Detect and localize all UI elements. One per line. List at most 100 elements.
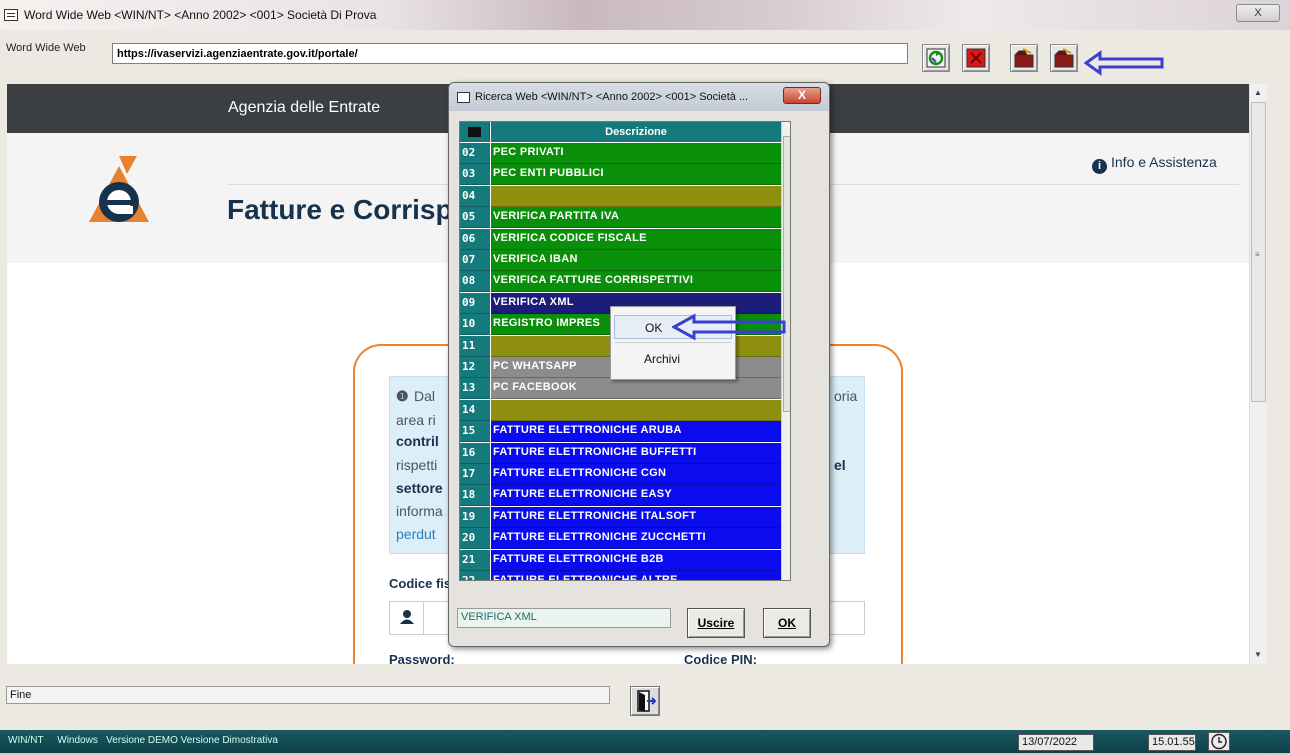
exit-door-icon xyxy=(637,690,657,712)
grid-row[interactable]: 18 FATTURE ELETTRONICHE EASY xyxy=(460,485,781,507)
row-description: FATTURE ELETTRONICHE ITALSOFT xyxy=(491,506,781,528)
row-description: PEC ENTI PUBBLICI xyxy=(491,164,781,186)
page-scrollbar[interactable]: ▲ ≡ ▼ xyxy=(1249,84,1267,664)
context-menu-separator xyxy=(615,342,731,343)
grid-row[interactable]: 19 FATTURE ELETTRONICHE ITALSOFT xyxy=(460,506,781,528)
row-number: 20 xyxy=(460,528,490,550)
scroll-up-icon[interactable]: ▲ xyxy=(1254,88,1262,97)
grid-row[interactable]: 05 VERIFICA PARTITA IVA xyxy=(460,207,781,229)
grid-row[interactable]: 13 PC FACEBOOK xyxy=(460,378,781,400)
row-number: 07 xyxy=(460,250,490,271)
window-title: Word Wide Web <WIN/NT> <Anno 2002> <001>… xyxy=(24,8,377,22)
scroll-down-icon[interactable]: ▼ xyxy=(1254,650,1262,659)
row-description: FATTURE ELETTRONICHE ALTRE xyxy=(491,571,781,580)
row-description: VERIFICA PARTITA IVA xyxy=(491,207,781,229)
grid-row[interactable]: 02 PEC PRIVATI xyxy=(460,143,781,164)
row-number: 22 xyxy=(460,571,490,580)
window-close-button[interactable]: X xyxy=(1236,4,1280,22)
refresh-button[interactable] xyxy=(922,44,950,72)
row-number: 21 xyxy=(460,549,490,571)
exit-button[interactable]: Uscire xyxy=(687,608,745,638)
row-number: 17 xyxy=(460,464,490,485)
dialog-title: Ricerca Web <WIN/NT> <Anno 2002> <001> S… xyxy=(475,91,749,103)
clock-icon[interactable] xyxy=(1208,732,1230,751)
ok-button[interactable]: OK xyxy=(763,608,811,638)
info-assistance-link[interactable]: i Info e Assistenza xyxy=(1092,154,1217,174)
url-input[interactable] xyxy=(112,43,908,64)
row-number: 13 xyxy=(460,378,490,400)
info-icon: i xyxy=(1092,159,1107,174)
grid-scroll-thumb[interactable] xyxy=(783,136,790,412)
grid-header: Descrizione xyxy=(460,122,790,142)
row-number: 12 xyxy=(460,357,490,378)
row-description: FATTURE ELETTRONICHE ARUBA xyxy=(491,421,781,443)
row-description: FATTURE ELETTRONICHE EASY xyxy=(491,485,781,507)
stop-button[interactable] xyxy=(962,44,990,72)
row-number: 08 xyxy=(460,271,490,293)
exit-door-button[interactable] xyxy=(630,686,660,716)
row-number: 10 xyxy=(460,314,490,336)
row-number: 06 xyxy=(460,228,490,250)
grid-row[interactable]: 16 FATTURE ELETTRONICHE BUFFETTI xyxy=(460,442,781,464)
column-header-descrizione[interactable]: Descrizione xyxy=(491,122,781,142)
grid-row[interactable]: 04 xyxy=(460,185,781,207)
row-description: PC FACEBOOK xyxy=(491,378,781,400)
grid-row[interactable]: 06 VERIFICA CODICE FISCALE xyxy=(460,228,781,250)
grid-row[interactable]: 14 xyxy=(460,399,781,421)
row-description: VERIFICA CODICE FISCALE xyxy=(491,228,781,250)
refresh-icon xyxy=(926,48,946,68)
grid-row[interactable]: 03 PEC ENTI PUBBLICI xyxy=(460,164,781,186)
taskbar: WIN/NT Windows Versione DEMO Versione Di… xyxy=(0,730,1290,753)
open-folder-alt-button[interactable] xyxy=(1050,44,1078,72)
row-number: 09 xyxy=(460,292,490,314)
grid-corner-icon xyxy=(468,127,481,137)
grid-scrollbar[interactable] xyxy=(781,122,790,580)
grid-corner xyxy=(460,122,490,142)
selected-value-field[interactable]: VERIFICA XML xyxy=(457,608,671,628)
context-menu-archivi[interactable]: Archivi xyxy=(614,347,732,371)
grid-row[interactable]: 08 VERIFICA FATTURE CORRISPETTIVI xyxy=(460,271,781,293)
open-folder-icon xyxy=(1014,48,1034,68)
row-description: FATTURE ELETTRONICHE BUFFETTI xyxy=(491,442,781,464)
grid-row[interactable]: 07 VERIFICA IBAN xyxy=(460,250,781,271)
row-number: 19 xyxy=(460,506,490,528)
grid-row[interactable]: 17 FATTURE ELETTRONICHE CGN xyxy=(460,464,781,485)
row-description: VERIFICA FATTURE CORRISPETTIVI xyxy=(491,271,781,293)
agenzia-logo-icon xyxy=(89,156,149,222)
row-number: 02 xyxy=(460,143,490,164)
grid-row[interactable]: 20 FATTURE ELETTRONICHE ZUCCHETTI xyxy=(460,528,781,550)
grid-row[interactable]: 21 FATTURE ELETTRONICHE B2B xyxy=(460,549,781,571)
row-description: FATTURE ELETTRONICHE B2B xyxy=(491,549,781,571)
status-bar: Fine xyxy=(0,664,1290,730)
row-description: FATTURE ELETTRONICHE ZUCCHETTI xyxy=(491,528,781,550)
password-label: Password: xyxy=(389,652,455,664)
grid-row[interactable]: 22 FATTURE ELETTRONICHE ALTRE xyxy=(460,571,781,580)
row-number: 18 xyxy=(460,485,490,507)
main-window: Word Wide Web <WIN/NT> <Anno 2002> <001>… xyxy=(0,0,1290,753)
row-description xyxy=(491,399,781,421)
taskbar-time: 15.01.55 xyxy=(1148,734,1196,751)
stop-icon xyxy=(966,48,986,68)
pin-label: Codice PIN: xyxy=(684,652,757,664)
open-folder-alt-icon xyxy=(1054,48,1074,68)
row-number: 15 xyxy=(460,421,490,443)
taskbar-system-info: WIN/NT Windows Versione DEMO Versione Di… xyxy=(8,735,278,746)
dialog-window-icon xyxy=(457,92,470,103)
row-number: 04 xyxy=(460,185,490,207)
row-description xyxy=(491,185,781,207)
codice-fiscale-label: Codice fis xyxy=(389,576,452,591)
row-description: PEC PRIVATI xyxy=(491,143,781,164)
app-window-icon xyxy=(4,9,18,21)
user-icon xyxy=(390,602,424,634)
page-title: Fatture e Corrisp xyxy=(227,194,453,225)
row-description: FATTURE ELETTRONICHE CGN xyxy=(491,464,781,485)
scroll-grip-icon: ≡ xyxy=(1255,250,1260,259)
grid-row[interactable]: 15 FATTURE ELETTRONICHE ARUBA xyxy=(460,421,781,443)
url-label: Word Wide Web xyxy=(6,42,86,54)
open-folder-button[interactable] xyxy=(1010,44,1038,72)
url-toolbar: Word Wide Web xyxy=(0,30,1290,80)
row-number: 05 xyxy=(460,207,490,229)
taskbar-date: 13/07/2022 xyxy=(1018,734,1094,751)
row-description: VERIFICA IBAN xyxy=(491,250,781,271)
dialog-close-button[interactable]: X xyxy=(783,87,821,104)
